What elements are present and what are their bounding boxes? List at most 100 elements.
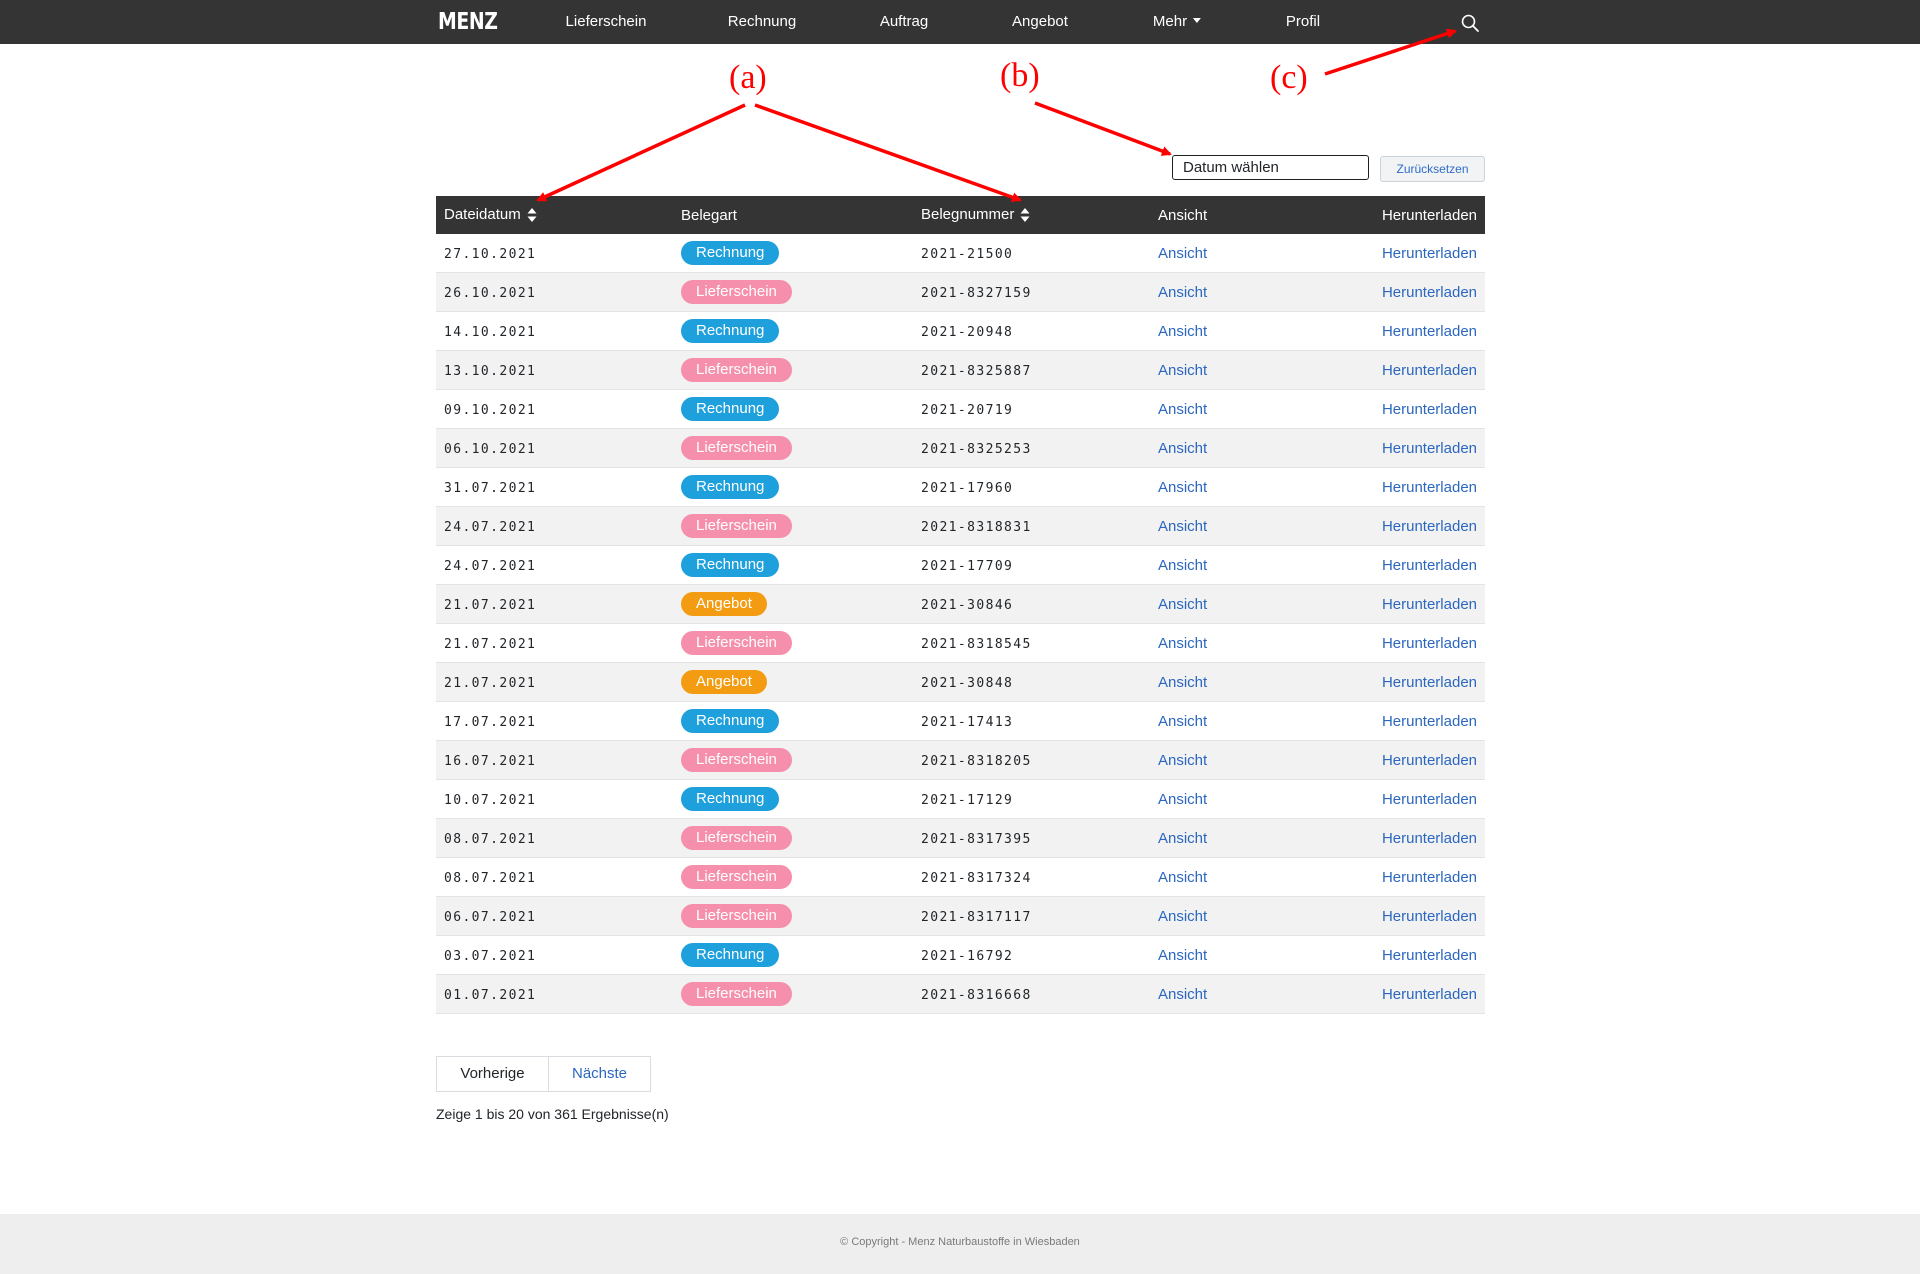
next-page-button[interactable]: Nächste [549,1056,651,1092]
document-number-text: 2021-8318831 [921,519,1032,535]
download-link[interactable]: Herunterladen [1382,947,1477,964]
cell-date: 06.07.2021 [436,896,673,936]
nav-item-angebot[interactable]: Angebot [1012,11,1068,33]
brand-logo[interactable]: MENZ [438,7,498,37]
download-link[interactable]: Herunterladen [1382,830,1477,847]
nav-item-rechnung[interactable]: Rechnung [728,11,796,33]
view-link[interactable]: Ansicht [1158,362,1207,379]
sort-icon[interactable] [1020,207,1030,223]
pagination: Vorherige Nächste [436,1056,651,1092]
cell-type: Rechnung [673,935,913,975]
nav-item-profil[interactable]: Profil [1286,11,1320,33]
cell-type: Lieferschein [673,272,913,312]
table-row: 14.10.2021 Rechnung 2021-20948 Ansicht Herun… [436,311,1485,351]
date-text: 06.07.2021 [444,909,537,925]
download-link[interactable]: Herunterladen [1382,752,1477,769]
date-picker-input[interactable] [1172,155,1369,180]
view-link[interactable]: Ansicht [1158,869,1207,886]
download-link[interactable]: Herunterladen [1382,908,1477,925]
document-number-text: 2021-20719 [921,402,1014,418]
download-link[interactable]: Herunterladen [1382,440,1477,457]
cell-view: Ansicht [1150,545,1350,585]
download-link[interactable]: Herunterladen [1382,869,1477,886]
nav-item-mehr-dropdown[interactable]: Mehr [1153,11,1202,33]
previous-page-button[interactable]: Vorherige [436,1056,549,1092]
column-header-belegart: Belegart [673,196,913,234]
download-link[interactable]: Herunterladen [1382,791,1477,808]
view-link[interactable]: Ansicht [1158,986,1207,1003]
view-link[interactable]: Ansicht [1158,557,1207,574]
date-text: 08.07.2021 [444,831,537,847]
download-link[interactable]: Herunterladen [1382,245,1477,262]
date-text: 08.07.2021 [444,870,537,886]
cell-view: Ansicht [1150,584,1350,624]
date-text: 17.07.2021 [444,714,537,730]
view-link[interactable]: Ansicht [1158,908,1207,925]
search-icon[interactable] [1460,13,1480,33]
cell-view: Ansicht [1150,935,1350,975]
view-link[interactable]: Ansicht [1158,752,1207,769]
cell-number: 2021-20719 [913,389,1150,429]
download-link[interactable]: Herunterladen [1382,596,1477,613]
nav-item-lieferschein[interactable]: Lieferschein [566,11,647,33]
view-link[interactable]: Ansicht [1158,713,1207,730]
view-link[interactable]: Ansicht [1158,674,1207,691]
view-link[interactable]: Ansicht [1158,245,1207,262]
download-link[interactable]: Herunterladen [1382,635,1477,652]
view-link[interactable]: Ansicht [1158,401,1207,418]
view-link[interactable]: Ansicht [1158,635,1207,652]
download-link[interactable]: Herunterladen [1382,986,1477,1003]
document-number-text: 2021-8327159 [921,285,1032,301]
table-row: 06.10.2021 Lieferschein 2021-8325253 Ansich… [436,428,1485,468]
cell-download: Herunterladen [1350,506,1485,546]
cell-date: 27.10.2021 [436,234,673,273]
date-text: 13.10.2021 [444,363,537,379]
cell-date: 08.07.2021 [436,818,673,858]
document-type-badge: Rechnung [681,787,780,811]
cell-type: Rechnung [673,389,913,429]
download-link[interactable]: Herunterladen [1382,518,1477,535]
view-link[interactable]: Ansicht [1158,830,1207,847]
results-count-text: Zeige 1 bis 20 von 361 Ergebnisse(n) [436,1106,669,1122]
date-text: 21.07.2021 [444,675,537,691]
cell-download: Herunterladen [1350,234,1485,273]
view-link[interactable]: Ansicht [1158,596,1207,613]
view-link[interactable]: Ansicht [1158,284,1207,301]
table-row: 09.10.2021 Rechnung 2021-20719 Ansicht Herun… [436,389,1485,429]
view-link[interactable]: Ansicht [1158,440,1207,457]
cell-type: Rechnung [673,467,913,507]
annotation-arrow-a-right [754,103,1022,203]
download-link[interactable]: Herunterladen [1382,479,1477,496]
table-row: 03.07.2021 Rechnung 2021-16792 Ansicht Herun… [436,935,1485,975]
download-link[interactable]: Herunterladen [1382,323,1477,340]
document-number-text: 2021-8325887 [921,363,1032,379]
cell-type: Lieferschein [673,740,913,780]
table-row: 21.07.2021 Angebot 2021-30848 Ansicht Herunt… [436,662,1485,702]
download-link[interactable]: Herunterladen [1382,362,1477,379]
cell-type: Lieferschein [673,350,913,390]
date-text: 27.10.2021 [444,246,537,262]
download-link[interactable]: Herunterladen [1382,557,1477,574]
download-link[interactable]: Herunterladen [1382,284,1477,301]
date-text: 03.07.2021 [444,948,537,964]
document-number-text: 2021-16792 [921,948,1014,964]
sort-icon[interactable] [527,207,537,223]
column-header-dateidatum[interactable]: Dateidatum [436,196,673,234]
view-link[interactable]: Ansicht [1158,323,1207,340]
cell-date: 24.07.2021 [436,506,673,546]
document-number-text: 2021-8316668 [921,987,1032,1003]
reset-button[interactable]: Zurücksetzen [1380,156,1485,182]
table-row: 26.10.2021 Lieferschein 2021-8327159 Ansich… [436,272,1485,312]
cell-view: Ansicht [1150,389,1350,429]
cell-type: Rechnung [673,545,913,585]
view-link[interactable]: Ansicht [1158,947,1207,964]
view-link[interactable]: Ansicht [1158,479,1207,496]
view-link[interactable]: Ansicht [1158,791,1207,808]
download-link[interactable]: Herunterladen [1382,401,1477,418]
view-link[interactable]: Ansicht [1158,518,1207,535]
download-link[interactable]: Herunterladen [1382,713,1477,730]
cell-download: Herunterladen [1350,857,1485,897]
download-link[interactable]: Herunterladen [1382,674,1477,691]
nav-item-auftrag[interactable]: Auftrag [880,11,928,33]
column-header-belegnummer[interactable]: Belegnummer [913,196,1150,234]
